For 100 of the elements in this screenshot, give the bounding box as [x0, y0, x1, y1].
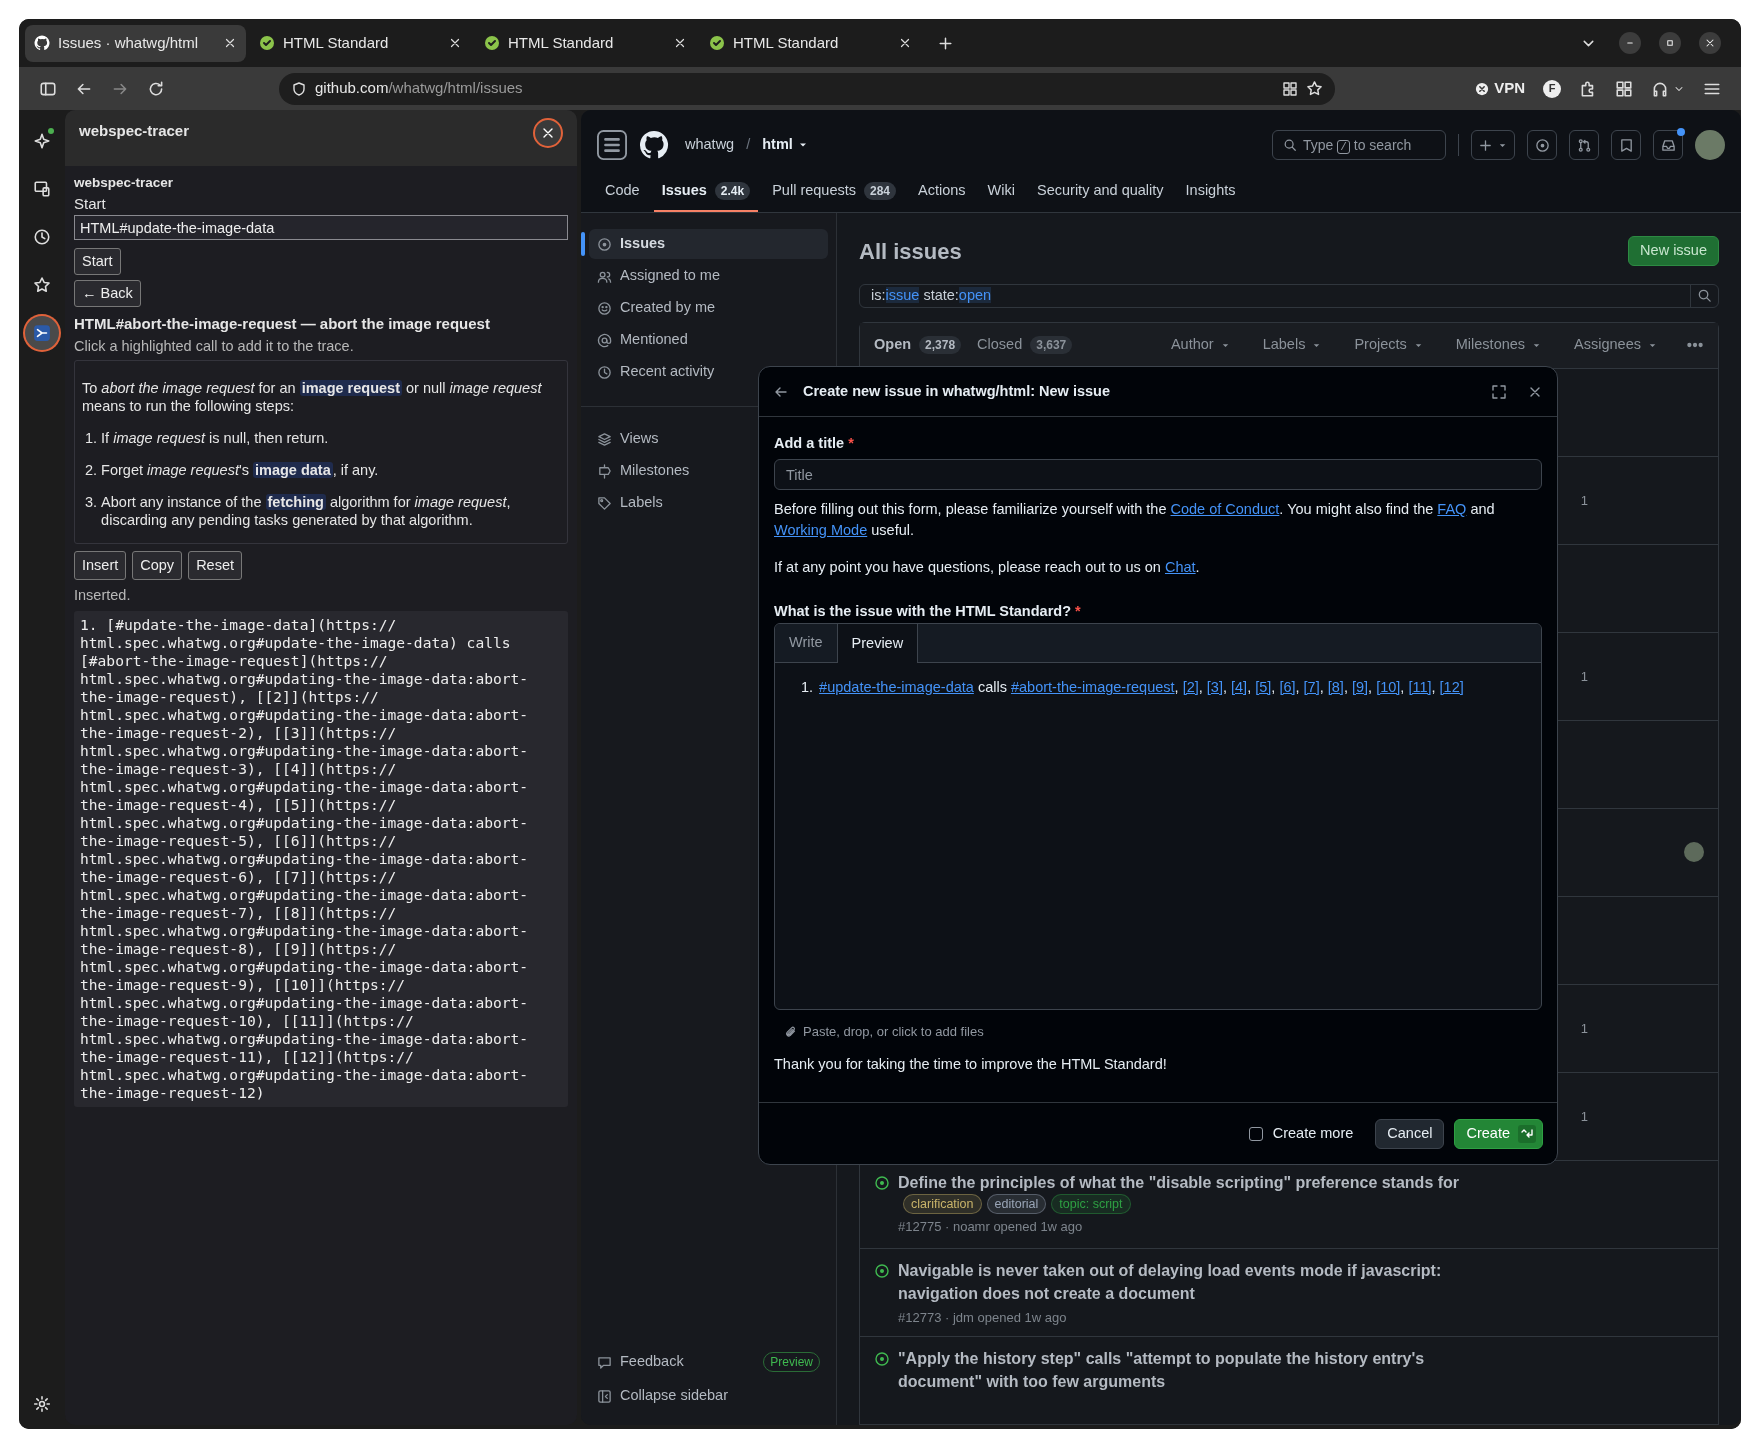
close-button[interactable] [533, 118, 563, 148]
browser-tab[interactable]: HTML Standard [700, 24, 921, 62]
filter-menu[interactable]: Author [1170, 334, 1231, 357]
issue-label[interactable]: topic: script [1051, 1193, 1131, 1214]
grid-icon[interactable] [1615, 79, 1633, 98]
text-link[interactable]: [6] [1279, 679, 1296, 695]
text-link[interactable]: Chat [1164, 559, 1196, 575]
pull-requests-button[interactable] [1569, 130, 1599, 160]
github-logo-icon[interactable] [639, 130, 669, 160]
issue-label[interactable]: clarification [903, 1193, 982, 1214]
start-button[interactable]: Start [74, 248, 121, 275]
call-link[interactable]: image data [252, 462, 333, 478]
sidebar-item[interactable]: Mentioned [589, 325, 828, 355]
search-icon[interactable] [1697, 288, 1712, 304]
create-more-checkbox[interactable]: Create more [1248, 1122, 1354, 1145]
sidebar-item[interactable]: Created by me [589, 293, 828, 323]
nav-tab[interactable]: Wiki [979, 171, 1023, 212]
back-button[interactable]: ← Back [74, 280, 141, 307]
nav-tab[interactable]: Pull requests 284 [764, 171, 905, 212]
call-link[interactable]: image request [299, 380, 402, 396]
action-button[interactable]: Copy [132, 551, 183, 580]
comment-count: 1 [1580, 667, 1588, 686]
minimize-button[interactable] [1619, 32, 1641, 54]
maximize-button[interactable] [1659, 32, 1681, 54]
cancel-button[interactable]: Cancel [1375, 1118, 1445, 1149]
nav-tab[interactable]: Security and quality [1029, 171, 1172, 212]
text-link[interactable]: #abort-the-image-request [1010, 679, 1175, 695]
start-input[interactable]: HTML#update-the-image-data [74, 215, 568, 240]
sidebar-item[interactable]: Issues [589, 229, 828, 259]
collapse-sidebar-button[interactable]: Collapse sidebar [589, 1381, 828, 1411]
avatar[interactable] [1695, 130, 1725, 160]
text-link[interactable]: [12] [1439, 679, 1464, 695]
checkbox[interactable] [1248, 1126, 1263, 1141]
check-circle-icon [709, 35, 725, 51]
create-button[interactable] [1471, 130, 1515, 160]
issue-title-link[interactable]: Navigable is never taken out of delaying load events mode if javascript: navigation does not create a document [898, 1258, 1478, 1305]
title-input[interactable]: Title [774, 459, 1542, 490]
devices-icon [33, 180, 51, 198]
close-icon[interactable] [223, 36, 237, 50]
text-link[interactable]: FAQ [1437, 501, 1467, 517]
filter-menu[interactable]: Milestones [1455, 334, 1543, 357]
close-button[interactable] [1699, 32, 1721, 54]
new-tab-icon[interactable] [937, 34, 954, 52]
search-field[interactable]: Type / to search [1272, 130, 1446, 160]
filter-menu[interactable]: Projects [1354, 334, 1424, 357]
bookmark-star-icon[interactable] [1306, 80, 1323, 97]
call-link[interactable]: fetching [265, 494, 326, 510]
state-tab[interactable]: Closed 3,637 [977, 334, 1073, 357]
attach-files-button[interactable]: Paste, drop, or click to add files [784, 1022, 1542, 1042]
issues-button[interactable] [1527, 130, 1557, 160]
issue-title-link[interactable]: Define the principles of what the "disable scripting" preference stands for [898, 1170, 1478, 1194]
issue-search-field[interactable]: is:issue state:open [859, 284, 1719, 308]
settings-icon[interactable] [33, 1395, 51, 1413]
owner-link[interactable]: whatwg [685, 134, 735, 156]
grid-icon[interactable] [1282, 80, 1298, 97]
action-button[interactable]: Insert [74, 551, 127, 580]
text-link[interactable]: [11] [1408, 679, 1432, 695]
text-link[interactable]: Working Mode [774, 522, 868, 538]
text-link[interactable]: [7] [1303, 679, 1320, 695]
nav-tab[interactable]: Actions [910, 171, 974, 212]
discussions-button[interactable] [1611, 130, 1641, 160]
issue-title-link[interactable]: "Apply the history step" calls "attempt to populate the history entry's document" with too few arguments [898, 1346, 1478, 1393]
nav-tab[interactable]: Code [597, 171, 648, 212]
feedback-link[interactable]: Feedback Preview [589, 1347, 828, 1377]
text-link[interactable]: [8] [1327, 679, 1344, 695]
markdown-editor[interactable]: Write Preview 1. #update-the-image-data calls #abort-the-image-request, [2], [3], [4], [5], [6], [7], [8], [9], [10], [11], [12] [774, 623, 1542, 1010]
sidebar-item[interactable]: Assigned to me [589, 261, 828, 291]
reload-icon[interactable] [147, 79, 165, 98]
profile-button[interactable]: F [1543, 79, 1561, 98]
close-icon[interactable] [448, 36, 462, 50]
menu-icon[interactable] [597, 130, 627, 160]
issue-meta: #12773 · jdm opened 1w ago [898, 1308, 1068, 1327]
paperclip-icon [784, 1024, 798, 1039]
browser-tab[interactable]: HTML Standard [475, 24, 696, 62]
vpn-button[interactable]: VPN [1475, 77, 1525, 100]
text-link[interactable]: #update-the-image-data [819, 679, 974, 695]
action-button[interactable]: Reset [188, 551, 242, 580]
nav-tab[interactable]: Insights [1177, 171, 1244, 212]
close-icon[interactable] [898, 36, 912, 50]
new-issue-button[interactable]: New issue [1628, 236, 1719, 266]
browser-tab[interactable]: HTML Standard [250, 24, 471, 62]
text-link[interactable]: [2] [1182, 679, 1199, 695]
text-link[interactable]: [4] [1231, 679, 1248, 695]
state-tab[interactable]: Open 2,378 [874, 334, 962, 357]
browser-tab[interactable]: Issues · whatwg/html [25, 24, 246, 62]
fullscreen-icon[interactable] [1491, 383, 1507, 400]
issue-label[interactable]: editorial [986, 1193, 1047, 1214]
text-link[interactable]: [3] [1206, 679, 1223, 695]
repo-link[interactable]: html [762, 134, 809, 156]
close-icon[interactable] [673, 36, 687, 50]
create-button[interactable]: Create [1454, 1118, 1543, 1149]
inbox-button[interactable] [1653, 130, 1683, 160]
text-link[interactable]: [9] [1351, 679, 1369, 695]
editor-tab[interactable]: Write [775, 624, 838, 662]
address-bar[interactable]: github.com/whatwg/html/issues [279, 72, 1335, 105]
sidebar-tab[interactable] [25, 316, 59, 350]
panel-heading: webspec-tracer [74, 174, 174, 192]
filter-menu[interactable]: Labels [1262, 334, 1323, 357]
editor-tab[interactable]: Preview [837, 624, 919, 663]
filter-menu[interactable]: Assignees [1574, 334, 1658, 357]
